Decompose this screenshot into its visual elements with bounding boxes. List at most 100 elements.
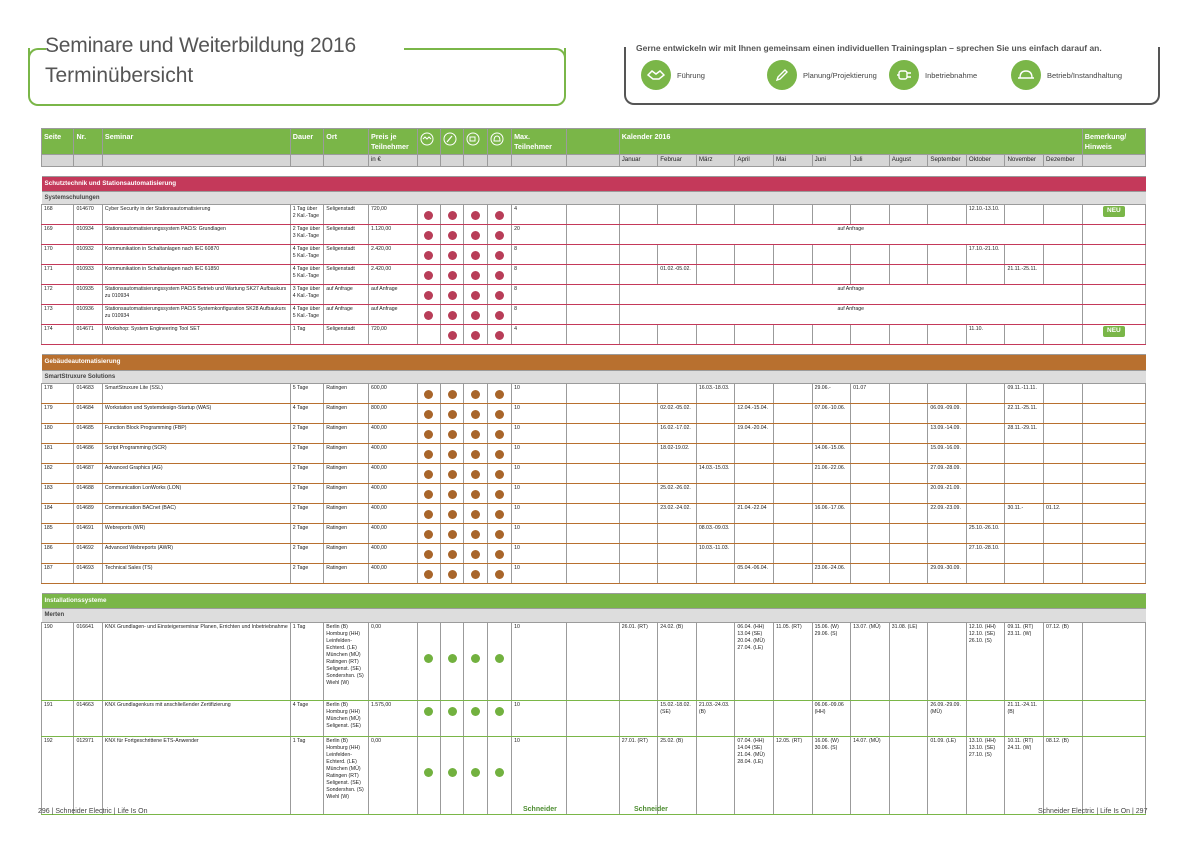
cell-month — [850, 542, 890, 564]
cell-month — [734, 482, 774, 504]
cell-month: 27.01. (RT) — [618, 735, 659, 815]
cell-dauer: 4 Tage — [289, 699, 325, 737]
category-dot — [471, 331, 481, 341]
cell-month — [850, 522, 890, 544]
cell-nr: 014685 — [73, 422, 103, 444]
cell-ort: Ratingen — [323, 462, 369, 484]
cell-month: 17.10.-21.10. — [965, 244, 1006, 266]
cell-preis: 400,00 — [367, 542, 418, 564]
cell-ort: Ratingen — [323, 502, 369, 524]
category-dot — [447, 429, 457, 439]
sub-cell — [289, 154, 325, 167]
cell-month: 18.02-19.02. — [657, 442, 697, 464]
cell-preis: 720,00 — [367, 204, 418, 226]
cell-month — [773, 482, 813, 504]
cell-dot — [463, 735, 488, 815]
cell-nr: 010932 — [73, 244, 103, 266]
category-dot — [447, 409, 457, 419]
cell-dot — [440, 522, 465, 544]
month-header: Februar — [657, 154, 697, 167]
cell-dot — [486, 522, 513, 544]
cell-month — [695, 562, 736, 584]
cell-month: 21.06.-22.06. — [811, 462, 852, 484]
category-dot — [424, 251, 434, 261]
cell-dot — [486, 244, 513, 266]
group-title: SmartStruxure Solutions — [41, 369, 1146, 384]
table-row: 182 014687 Advanced Graphics (AG) 2 Tage Rat… — [40, 462, 1147, 484]
cell-ort: Ratingen — [323, 522, 369, 544]
cell-max: 10 — [511, 482, 567, 504]
cell-dot — [440, 462, 465, 484]
cell-month — [1004, 324, 1045, 346]
table-row: 170 010932 Kommunikation in Schaltanlagen … — [40, 244, 1147, 266]
month-header: März — [695, 154, 736, 167]
cell-month — [695, 621, 736, 701]
cell-month: 26.09.-29.09. (MÜ) — [927, 699, 967, 737]
cell-month: 07.06.-10.06. — [811, 402, 852, 424]
cell-month: 07.12. (B) — [1043, 621, 1083, 701]
category-dot — [447, 767, 457, 777]
spacer — [42, 583, 1146, 593]
cell-seminar: Stationsautomatisierungssystem PACiS: Gr… — [101, 224, 291, 246]
cell-month — [850, 699, 890, 737]
legend-item-planung: Planung/Projektierung — [767, 60, 877, 90]
cell-seminar: Technical Sales (TS) — [101, 562, 291, 584]
cell-month: 06.06.-09.06 (HH) — [811, 699, 852, 737]
cell-nr: 016641 — [73, 621, 103, 701]
cell-seite: 185 — [40, 522, 75, 544]
cell-month: 11.10. — [965, 324, 1006, 346]
legend-label: Betrieb/Instandhaltung — [1047, 70, 1123, 80]
cell-dauer: 4 Tage über 5 Kal.-Tage — [289, 264, 325, 286]
cell-month: 16.03.-18.03. — [695, 382, 736, 404]
cell-preis: 400,00 — [367, 502, 418, 524]
spacer — [42, 166, 1146, 176]
category-dot — [494, 653, 504, 663]
category-dot — [424, 449, 434, 459]
category-dot — [424, 529, 434, 539]
cell-dot — [440, 284, 465, 306]
pencil-icon — [443, 132, 457, 146]
header-seite: Seite — [40, 127, 75, 156]
cell-dot — [463, 402, 488, 424]
cell-month — [888, 542, 929, 564]
cell-bemerkung — [1081, 422, 1147, 444]
cell-month — [618, 699, 659, 737]
cell-seminar: SmartStruxure Lite (SSL) — [101, 382, 291, 404]
cell-dot — [440, 402, 465, 424]
cell-month — [618, 502, 659, 524]
cell-dot — [416, 382, 442, 404]
cell-month — [618, 562, 659, 584]
cell-seite: 192 — [40, 735, 75, 815]
cell-calendar-span: auf Anfrage — [618, 304, 1083, 326]
cell-month: 12.04.-15.04. — [734, 402, 774, 424]
cell-month — [1043, 402, 1083, 424]
cell-month — [773, 462, 813, 484]
cell-empty — [565, 244, 620, 266]
cell-dot — [463, 382, 488, 404]
cell-dot — [416, 402, 442, 424]
table-row: 179 014684 Workstation und Systemdesign-St… — [40, 402, 1147, 424]
cell-month — [811, 324, 852, 346]
category-dot — [424, 653, 434, 663]
cell-dot — [463, 244, 488, 266]
spacer — [42, 345, 1146, 355]
cell-bemerkung — [1081, 482, 1147, 504]
category-dot — [447, 653, 457, 663]
category-dot — [494, 706, 504, 716]
cell-month — [773, 442, 813, 464]
cell-month — [888, 735, 929, 815]
cell-dot — [486, 402, 513, 424]
cell-dot — [416, 304, 442, 326]
cell-preis: 2.420,00 — [367, 264, 418, 286]
cell-month: 07.04. (HH) 14.04 (SE) 21.04. (MÜ) 28.04… — [734, 735, 774, 815]
cell-month — [657, 382, 697, 404]
cell-month: 05.04.-06.04. — [734, 562, 774, 584]
header-spacer — [565, 127, 620, 156]
cell-seminar: Script Programming (SCR) — [101, 442, 291, 464]
cell-month: 24.02. (B) — [657, 621, 697, 701]
cell-month — [850, 422, 890, 444]
month-header: April — [734, 154, 774, 167]
cell-max: 8 — [511, 244, 567, 266]
cell-bemerkung — [1081, 462, 1147, 484]
cell-bemerkung — [1081, 735, 1147, 815]
